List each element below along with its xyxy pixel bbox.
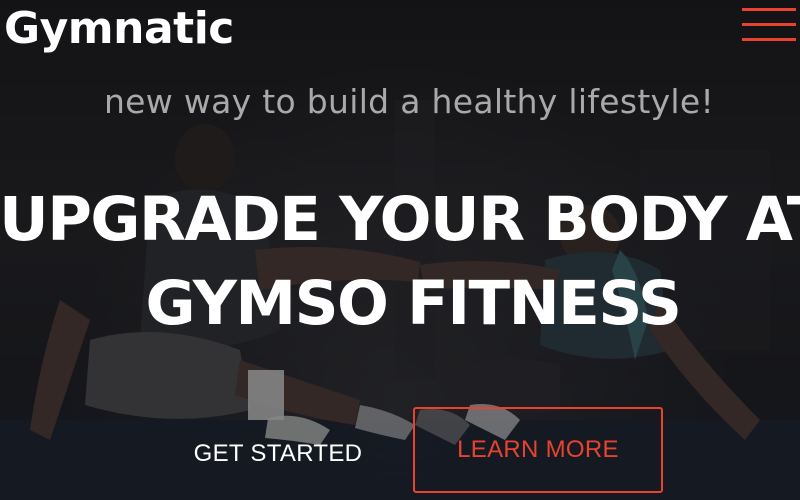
brand-logo[interactable]: Gymnatic (4, 2, 234, 56)
get-started-button[interactable]: GET STARTED (180, 426, 376, 482)
menu-bar (742, 38, 796, 41)
hero-headline: UPGRADE YOUR BODY AT GYMSO FITNESS (0, 178, 800, 346)
hamburger-menu-icon[interactable] (742, 8, 796, 42)
hero-subtitle: new way to build a healthy lifestyle! (103, 82, 715, 121)
menu-bar (742, 23, 796, 26)
menu-bar (742, 8, 796, 11)
learn-more-button[interactable]: LEARN MORE (413, 407, 663, 493)
hero-page: Gymnatic new way to build a healthy life… (0, 0, 800, 500)
hero-headline-line-2: GYMSO FITNESS (145, 268, 682, 339)
hero-headline-line-1: UPGRADE YOUR BODY AT (0, 184, 800, 255)
navbar: Gymnatic (0, 0, 800, 60)
